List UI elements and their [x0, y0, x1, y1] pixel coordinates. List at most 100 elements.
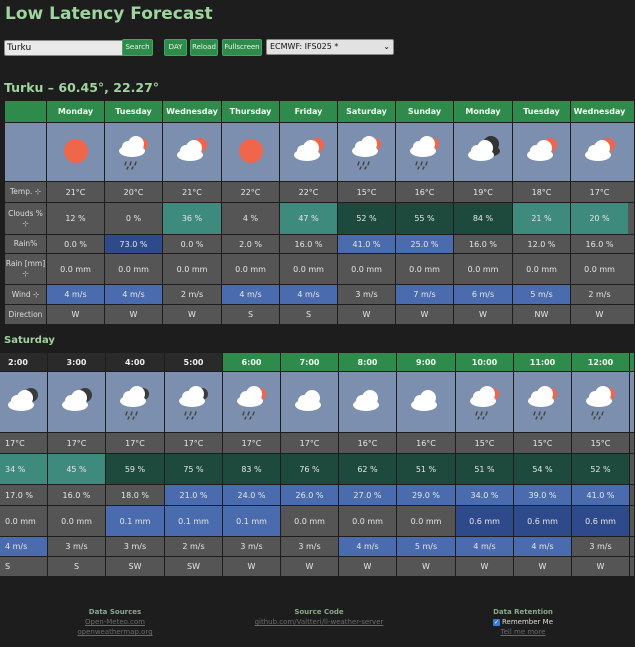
- hour-header: 7:00: [281, 353, 339, 372]
- rain-probability-value: 27.0 %: [339, 485, 397, 506]
- rain-amount-value: 0.0 mm: [513, 254, 571, 285]
- direction-value: S: [48, 557, 106, 577]
- cell-partial: [628, 235, 635, 254]
- cell-partial: [630, 485, 635, 506]
- direction-value: W: [456, 557, 514, 577]
- clouds-value: 52 %: [338, 203, 396, 235]
- search-button[interactable]: Search: [122, 39, 153, 56]
- day-header: Monday: [47, 101, 105, 123]
- row-label: Wind ⊹: [5, 285, 47, 305]
- temp-value: 19°C: [454, 182, 513, 203]
- wind-value: 2 m/s: [163, 285, 222, 305]
- header-corner: [5, 101, 47, 123]
- link-tell-more[interactable]: Tell me more: [486, 627, 560, 637]
- weather-icon-cell: [514, 372, 572, 433]
- rain-amount-value: 0.6 mm: [572, 506, 630, 537]
- temp-value: 15°C: [338, 182, 396, 203]
- day-button[interactable]: DAY: [164, 39, 187, 56]
- rain-probability-value: 24.0 %: [223, 485, 281, 506]
- weather-icon-cell: [0, 372, 48, 433]
- cloud-rain-sun-icon: [349, 131, 385, 173]
- cell-partial: [630, 506, 635, 537]
- cell-partial: [630, 537, 635, 557]
- weather-icon-cell: [456, 372, 514, 433]
- icon-cell-partial: [630, 372, 635, 433]
- footer-retention-title: Data Retention: [493, 608, 553, 616]
- link-open-meteo[interactable]: Open-Meteo.com: [75, 617, 155, 627]
- clouds-value: 59 %: [106, 454, 165, 485]
- clouds-value: 47 %: [280, 203, 338, 235]
- cell-partial: [628, 182, 635, 203]
- temp-value: 15°C: [514, 433, 572, 454]
- rain-probability-value: 25.0 %: [396, 235, 454, 254]
- weather-icon-cell: [105, 123, 163, 182]
- weather-icon-cell: [48, 372, 106, 433]
- hour-header: 8:00: [339, 353, 397, 372]
- wind-value: 4 m/s: [456, 537, 514, 557]
- direction-value: W: [47, 305, 105, 325]
- rain-probability-value: 29.0 %: [397, 485, 456, 506]
- clouds-value: 0 %: [105, 203, 163, 235]
- remember-me-checkbox[interactable]: ✓: [493, 618, 500, 626]
- direction-value: W: [572, 557, 630, 577]
- footer-source-code: Source Code github.com/Valtteri/ll-weath…: [245, 607, 393, 627]
- cell-partial: [628, 305, 635, 325]
- wind-value: 5 m/s: [513, 285, 571, 305]
- direction-value: W: [339, 557, 397, 577]
- rain-probability-value: 12.0 %: [513, 235, 571, 254]
- cloud-dark-icon: [465, 131, 501, 173]
- wind-value: 4 m/s: [339, 537, 397, 557]
- reload-button[interactable]: Reload: [190, 39, 218, 56]
- row-label: Rain [mm] ⊹: [5, 254, 47, 285]
- weather-icon-cell: [280, 123, 338, 182]
- rain-probability-value: 18.0 %: [106, 485, 165, 506]
- direction-value: SW: [165, 557, 223, 577]
- wind-value: 4 m/s: [105, 285, 163, 305]
- link-openweathermap[interactable]: openweathermap.org: [75, 627, 155, 637]
- direction-value: S: [280, 305, 338, 325]
- icon-label-cell: [5, 123, 47, 182]
- cloud-rain-moon-icon: [117, 381, 153, 423]
- temp-value: 17°C: [106, 433, 165, 454]
- rain-amount-value: 0.1 mm: [106, 506, 165, 537]
- rain-probability-value: 0.0 %: [47, 235, 105, 254]
- rain-probability-value: 16.0 %: [454, 235, 513, 254]
- rain-amount-value: 0.1 mm: [165, 506, 223, 537]
- cell-partial: [628, 254, 635, 285]
- temp-value: 22°C: [222, 182, 280, 203]
- rain-amount-value: 0.0 mm: [48, 506, 106, 537]
- rain-amount-value: 0.0 mm: [281, 506, 339, 537]
- rain-amount-value: 0.0 mm: [397, 506, 456, 537]
- weather-icon-cell: [281, 372, 339, 433]
- direction-value: W: [105, 305, 163, 325]
- search-input[interactable]: [4, 40, 124, 56]
- clouds-value: 20 %: [571, 203, 629, 235]
- clouds-value: 45 %: [48, 454, 106, 485]
- weather-icon-cell: [454, 123, 513, 182]
- model-select[interactable]: ECMWF: IFS025 * ⌄: [266, 39, 394, 55]
- rain-amount-value: 0.0 mm: [222, 254, 280, 285]
- day-header: Tuesday: [513, 101, 571, 123]
- direction-value: W: [223, 557, 281, 577]
- weather-icon-cell: [396, 123, 454, 182]
- wind-value: 4 m/s: [222, 285, 280, 305]
- direction-value: S: [222, 305, 280, 325]
- cloud-rain-sun-icon: [407, 131, 443, 173]
- cloud-rain-sun-icon: [234, 381, 270, 423]
- link-github[interactable]: github.com/Valtteri/ll-weather-server: [245, 617, 393, 627]
- wind-value: 4 m/s: [0, 537, 48, 557]
- rain-probability-value: 17.0 %: [0, 485, 48, 506]
- cell-partial: [630, 557, 635, 577]
- direction-value: W: [514, 557, 572, 577]
- fullscreen-button[interactable]: Fullscreen: [222, 39, 262, 56]
- wind-value: 4 m/s: [47, 285, 105, 305]
- temp-value: 18°C: [513, 182, 571, 203]
- row-label: Direction: [5, 305, 47, 325]
- wind-value: 3 m/s: [281, 537, 339, 557]
- clouds-value: 34 %: [0, 454, 48, 485]
- weather-icon-cell: [397, 372, 456, 433]
- clouds-value: 4 %: [222, 203, 280, 235]
- model-select-value: ECMWF: IFS025 *: [270, 42, 339, 51]
- page-title: Low Latency Forecast: [5, 4, 213, 24]
- direction-value: W: [396, 305, 454, 325]
